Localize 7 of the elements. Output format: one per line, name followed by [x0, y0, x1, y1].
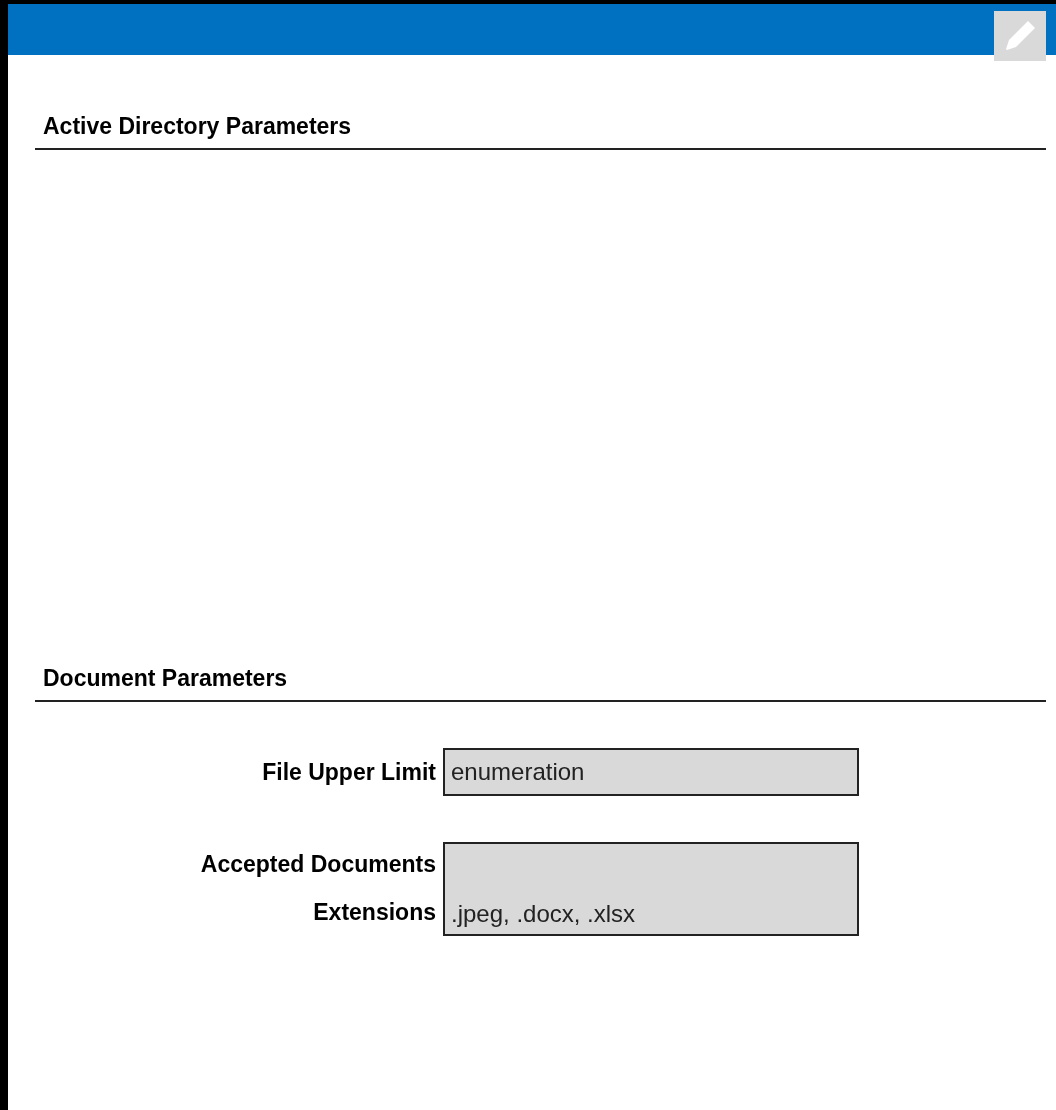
field-label: Accepted Documents Extensions	[199, 849, 437, 927]
value-field[interactable]: .jpeg, .docx, .xlsx	[443, 841, 859, 936]
section-heading: Document Parameters	[35, 661, 1046, 702]
field-label: File Upper Limit	[261, 757, 437, 787]
value-field[interactable]: enumeration	[443, 747, 859, 796]
edit-button[interactable]	[994, 11, 1046, 61]
section-heading: Active Directory Parameters	[35, 109, 1046, 150]
